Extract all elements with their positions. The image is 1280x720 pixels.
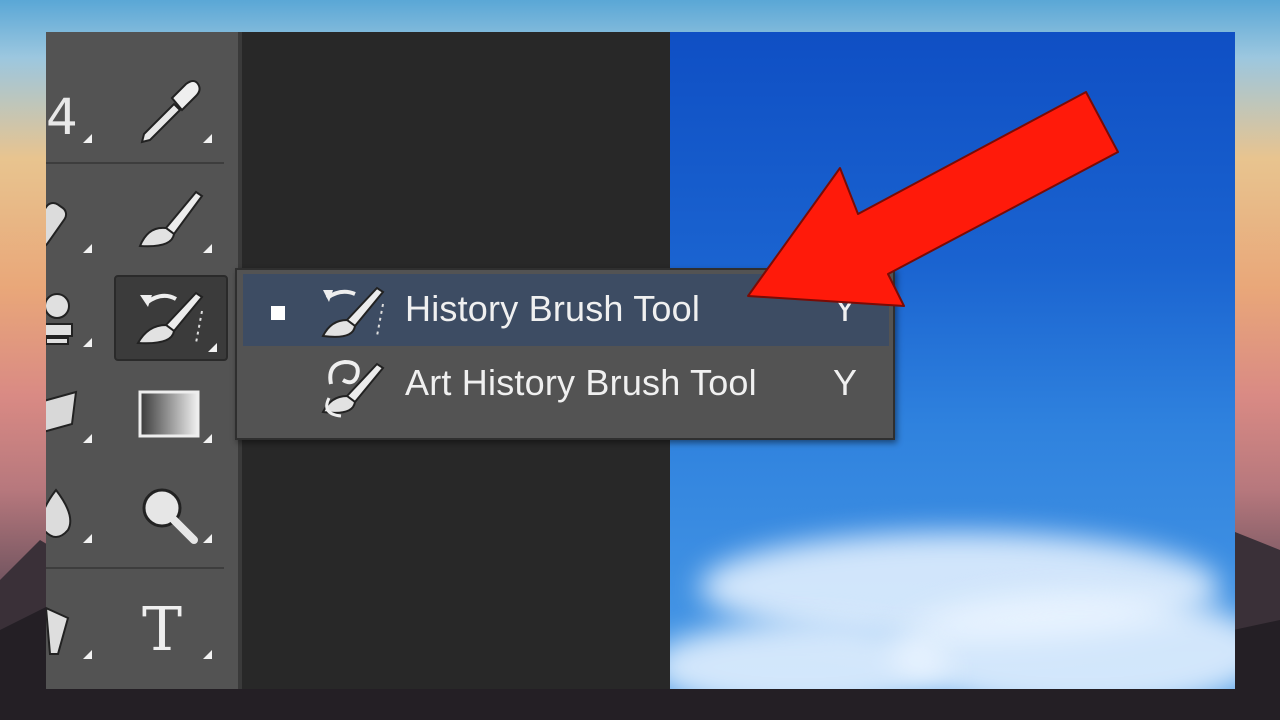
selected-bullet-icon [271, 306, 285, 320]
eraser-tool[interactable] [46, 372, 92, 458]
crop-tool[interactable]: 4 [46, 72, 92, 158]
flyout-item-art-history-brush[interactable]: Art History Brush Tool Y [243, 348, 889, 420]
blur-drop-icon [46, 488, 72, 538]
flyout-item-shortcut: Y [833, 362, 858, 403]
clone-stamp-tool[interactable] [46, 276, 92, 362]
toolbar-divider [46, 567, 224, 569]
history-brush-tool[interactable] [114, 275, 228, 361]
type-glyph: T [142, 595, 182, 665]
brush-tool[interactable] [126, 182, 212, 268]
stamp-icon [46, 293, 73, 345]
magnifier-icon [142, 488, 198, 544]
eyedropper-tool[interactable] [126, 72, 212, 158]
flyout-item-label: Art History Brush Tool [405, 362, 757, 403]
eyedropper-icon [140, 80, 201, 144]
history-brush-icon [321, 286, 385, 338]
type-icon: T [142, 595, 182, 665]
eraser-icon [46, 390, 78, 433]
art-history-brush-icon [321, 359, 385, 418]
brush-icon [138, 190, 204, 248]
red-arrow-icon [747, 91, 1119, 307]
tools-panel: 4 T [46, 32, 242, 689]
zoom-tool[interactable] [126, 472, 212, 558]
gradient-tool[interactable] [126, 372, 212, 458]
type-tool[interactable]: T [126, 588, 212, 674]
toolbar-divider [46, 162, 224, 164]
bandage-icon [46, 201, 68, 249]
spot-healing-tool[interactable] [46, 182, 92, 268]
blur-tool[interactable] [46, 472, 92, 558]
flyout-item-label: History Brush Tool [405, 288, 701, 329]
gradient-icon [138, 390, 200, 438]
svg-text:4: 4 [46, 88, 78, 146]
pen-icon [46, 606, 70, 655]
crop-icon: 4 [46, 88, 78, 146]
pen-tool[interactable] [46, 588, 92, 674]
